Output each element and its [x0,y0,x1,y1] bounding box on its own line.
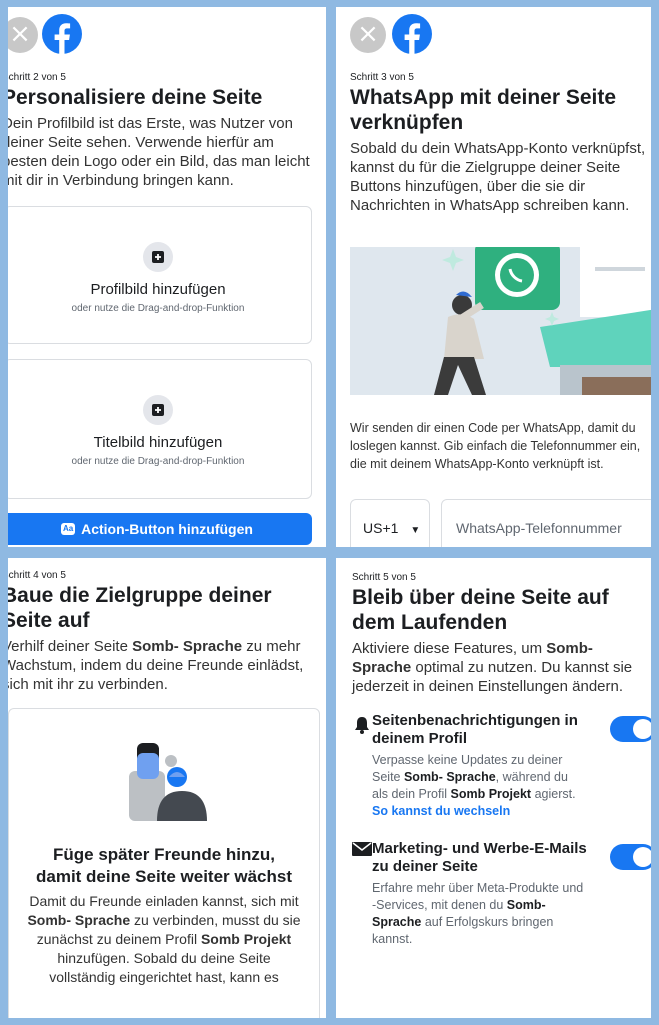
marketing-emails-setting: Marketing- und Werbe-E-Mails zu deiner S… [372,840,587,948]
whatsapp-illustration [350,247,651,395]
cover-photo-upload[interactable]: Titelbild hinzufügen oder nutze die Drag… [8,359,312,499]
profile-picture-upload[interactable]: Profilbild hinzufügen oder nutze die Dra… [8,206,312,344]
friends-illustration [129,743,207,821]
page-name: Somb- Sprache [403,770,496,784]
step-3-panel: × Schritt 3 von 5 WhatsApp mit deiner Se… [336,7,651,547]
card-title: Füge später Freunde hinzu, damit deine S… [35,845,293,886]
add-friends-card: Füge später Freunde hinzu, damit deine S… [8,708,320,1018]
setting-desc-3: agierst. [531,787,576,801]
page-title: Bleib über deine Seite auf dem Laufenden [352,586,609,634]
description: Dein Profilbild ist das Erste, was Nutze… [8,115,310,189]
marketing-emails-toggle[interactable] [610,844,651,870]
page-name: Somb- Sprache [132,638,243,655]
upload-title: Profilbild hinzufügen [90,281,226,298]
page-title: Baue die Zielgruppe deiner Seite auf [8,584,272,632]
switch-profile-link[interactable]: So kannst du wechseln [372,804,510,818]
top-bar: × [8,7,326,59]
text-format-icon: Aa [61,523,76,535]
step-5-panel: Schritt 5 von 5 Bleib über deine Seite a… [336,558,651,1018]
page-title: Personalisiere deine Seite [8,86,263,109]
country-code-select[interactable]: US+1 ▼ [350,499,430,547]
action-button-label: Action-Button hinzufügen [81,521,253,537]
facebook-logo-icon [42,14,82,54]
step-label: Schritt 3 von 5 [350,72,414,83]
step-label: Schritt 2 von 5 [8,72,66,83]
page-name: Somb- Sprache [27,912,131,928]
card-desc-3: hinzufügen. Sobald du deine Seite vollst… [49,950,279,985]
info-text: Wir senden dir einen Code per WhatsApp, … [350,421,641,471]
description: Aktiviere diese Features, um Somb- Sprac… [352,639,644,696]
close-icon[interactable]: × [350,17,386,53]
top-bar: × [336,7,651,59]
upload-subtitle: oder nutze die Drag-and-drop-Funktion [71,303,245,314]
add-photo-icon [143,242,173,272]
page-notifications-toggle[interactable] [610,716,651,742]
close-icon[interactable]: × [8,17,38,53]
whatsapp-phone-input[interactable]: WhatsApp-Telefonnummer [441,499,651,547]
card-description: Damit du Freunde einladen kannst, sich m… [25,892,303,987]
phone-placeholder: WhatsApp-Telefonnummer [456,520,622,536]
description: Verhilf deiner Seite Somb- Sprache zu me… [8,637,314,694]
facebook-logo-icon [392,14,432,54]
step-label: Schritt 5 von 5 [352,572,416,583]
description: Sobald du dein WhatsApp-Konto verknüpfst… [350,140,646,214]
profile-name: Somb Projekt [200,931,292,947]
page-notifications-setting: Seitenbenachrichtigungen in deinem Profi… [372,712,587,820]
step-4-panel: Schritt 4 von 5 Baue die Zielgruppe dein… [8,558,326,1018]
setting-description: Erfahre mehr über Meta-Produkte und -Ser… [372,880,587,948]
description-pre: Aktiviere diese Features, um [352,640,547,657]
setting-title: Seitenbenachrichtigungen in deinem Profi… [372,712,578,747]
setting-desc-1: Erfahre mehr über Meta-Produkte und -Ser… [372,881,584,912]
card-desc-1: Damit du Freunde einladen kannst, sich m… [29,893,299,909]
add-photo-icon [143,395,173,425]
setting-description: Verpasse keine Updates zu deiner Seite S… [372,752,587,820]
phone-entry-row: US+1 ▼ WhatsApp-Telefonnummer [350,499,651,547]
envelope-icon [352,842,372,856]
upload-subtitle: oder nutze die Drag-and-drop-Funktion [71,456,245,467]
upload-title: Titelbild hinzufügen [93,434,223,451]
country-code-value: US+1 [363,520,399,536]
chevron-down-icon: ▼ [410,525,421,536]
add-action-button[interactable]: Aa Action-Button hinzufügen [8,513,312,545]
setting-title: Marketing- und Werbe-E-Mails zu deiner S… [372,840,587,875]
step-label: Schritt 4 von 5 [8,570,66,581]
bell-icon [355,717,369,734]
description-pre: Verhilf deiner Seite [8,638,133,655]
profile-name: Somb Projekt [450,787,532,801]
page-title: WhatsApp mit deiner Seite verknüpfen [350,86,617,134]
step-2-panel: × Schritt 2 von 5 Personalisiere deine S… [8,7,326,547]
